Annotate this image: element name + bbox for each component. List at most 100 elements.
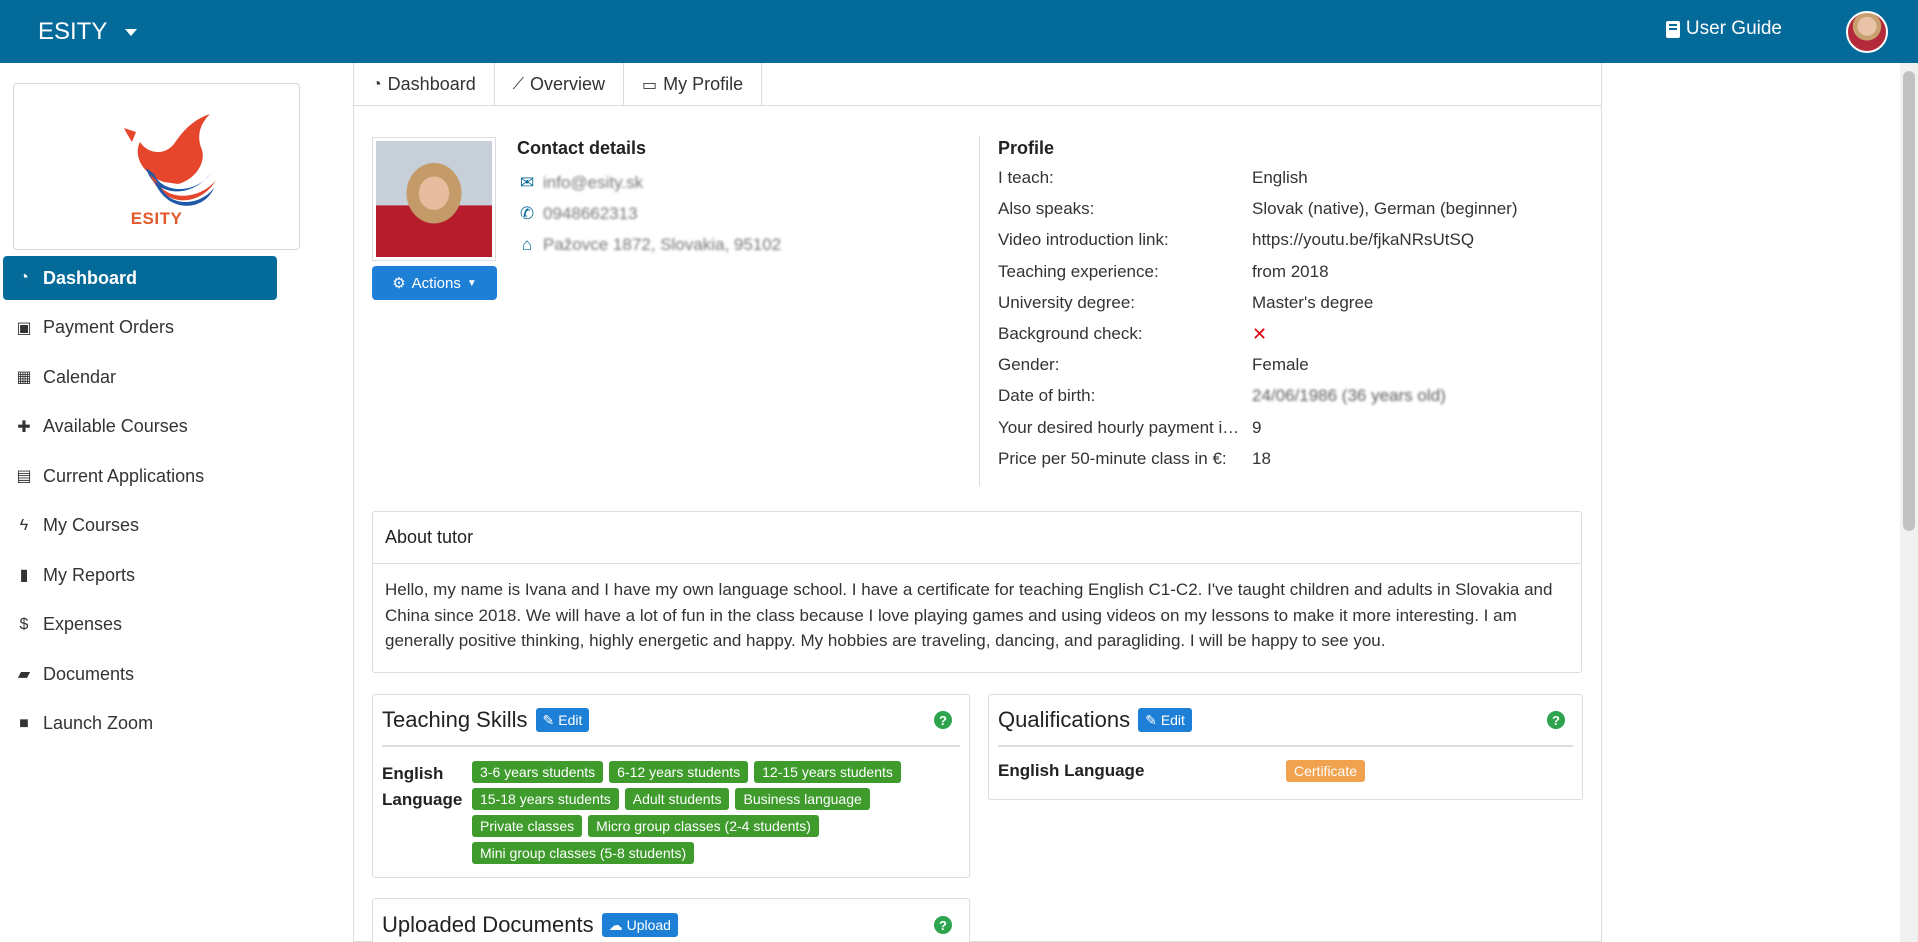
skill-language: English Language (382, 764, 463, 809)
sidebar-nav: ◔ Dashboard ▣ Payment Orders ▦ Calendar … (3, 256, 290, 751)
actions-label: Actions (411, 274, 461, 292)
brand-dropdown[interactable]: ESITY (38, 18, 138, 46)
panel-header: Qualifications ✎ Edit ? (998, 695, 1573, 747)
sidebar-item-label: My Courses (43, 515, 140, 535)
profile-value: English (1252, 168, 1308, 187)
sidebar-item-label: Launch Zoom (43, 713, 154, 733)
contact-details: Contact details ✉ info@esity.sk ✆ 094866… (517, 138, 817, 260)
about-heading: About tutor (373, 512, 1581, 564)
about-text: Hello, my name is Ivana and I have my ow… (385, 580, 1553, 650)
profile-card: ◔ Dashboard ⟋ Overview ▭ My Profile ⚙ Ac… (353, 63, 1602, 942)
money-icon: ▣ (16, 319, 32, 337)
dashboard-icon: ◔ (372, 75, 382, 93)
home-icon: ⌂ (521, 234, 533, 254)
user-avatar[interactable] (1846, 11, 1888, 53)
video-link[interactable]: https://youtu.be/fjkaNRsUtSQ (1252, 230, 1578, 250)
tutor-photo (372, 137, 496, 261)
help-icon[interactable]: ? (1547, 711, 1565, 729)
scrollbar-thumb[interactable] (1903, 71, 1915, 531)
vertical-scrollbar[interactable] (1900, 63, 1918, 942)
profile-label: Your desired hourly payment in €: (998, 417, 1251, 437)
sidebar-item-my-reports[interactable]: ▮ My Reports (3, 553, 290, 597)
edit-icon: ✎ (1145, 711, 1157, 728)
upload-button[interactable]: ☁ Upload (601, 913, 678, 937)
profile-row: Video introduction link: https://youtu.b… (998, 230, 1578, 261)
profile-row: Background check: ✕ (998, 324, 1578, 355)
sidebar-item-label: Calendar (43, 366, 117, 387)
contact-phone[interactable]: 0948662313 (543, 204, 638, 224)
id-card-icon: ▭ (641, 76, 658, 94)
folder-icon: ▰ (17, 666, 31, 683)
edit-skills-button[interactable]: ✎ Edit (535, 708, 590, 732)
profile-value: 9 (1252, 417, 1262, 437)
profile-label: University degree: (998, 292, 1136, 312)
chevron-down-icon (125, 28, 138, 36)
edit-qualifications-button[interactable]: ✎ Edit (1138, 708, 1192, 732)
skill-tag: 12-15 years students (754, 761, 901, 783)
help-icon[interactable]: ? (934, 916, 952, 934)
profile-row: Your desired hourly payment in €: 9 (998, 418, 1578, 449)
qualifications-panel: Qualifications ✎ Edit ? English Language… (988, 694, 1583, 800)
contact-email[interactable]: info@esity.sk (543, 173, 643, 193)
plus-icon: ✚ (17, 418, 31, 436)
edit-label: Edit (558, 712, 583, 728)
sidebar-item-calendar[interactable]: ▦ Calendar (3, 355, 290, 399)
sidebar: ESITY ◔ Dashboard ▣ Payment Orders ▦ Cal… (0, 63, 300, 942)
teaching-skills-panel: Teaching Skills ✎ Edit ? English Languag… (372, 694, 970, 878)
sidebar-item-available-courses[interactable]: ✚ Available Courses (3, 405, 290, 449)
sidebar-item-payment-orders[interactable]: ▣ Payment Orders (3, 306, 290, 350)
esity-logo: ESITY (13, 83, 300, 250)
sidebar-item-documents[interactable]: ▰ Documents (3, 652, 290, 696)
tab-my-profile[interactable]: ▭ My Profile (624, 63, 763, 106)
contact-heading: Contact details (517, 138, 647, 158)
sidebar-item-label: Current Applications (43, 465, 205, 486)
skill-tag: 6-12 years students (609, 761, 749, 783)
profile-value: from 2018 (1252, 261, 1329, 281)
profile-value: 24/06/1986 (36 years old) (1252, 386, 1446, 406)
skill-tag: Business language (735, 788, 870, 810)
profile-label: I teach: (998, 168, 1054, 187)
edit-icon: ✎ (542, 711, 555, 728)
certificate-badge[interactable]: Certificate (1286, 760, 1366, 782)
tab-overview[interactable]: ⟋ Overview (495, 63, 624, 106)
profile-label: Video introduction link: (998, 230, 1169, 250)
help-icon[interactable]: ? (934, 711, 952, 729)
sidebar-item-current-applications[interactable]: ▤ Current Applications (3, 454, 290, 498)
panel-title: Teaching Skills (382, 707, 528, 732)
panel-header: Teaching Skills ✎ Edit ? (382, 695, 960, 747)
profile-label: Price per 50-minute class in €: (998, 448, 1227, 468)
profile-value: Female (1252, 355, 1309, 375)
profile-row: I teach: English (998, 168, 1578, 199)
sidebar-item-label: Dashboard (43, 267, 138, 288)
panel-title: Qualifications (998, 707, 1131, 732)
profile-row: Price per 50-minute class in €: 18 (998, 449, 1578, 480)
qualification-language: English Language (998, 761, 1145, 780)
profile-label: Teaching experience: (998, 261, 1159, 281)
sidebar-item-label: My Reports (43, 564, 136, 585)
skill-tag: Micro group classes (2-4 students) (588, 815, 819, 837)
profile-row: Date of birth: 24/06/1986 (36 years old) (998, 386, 1578, 417)
tab-label: My Profile (663, 74, 744, 94)
video-icon: ■ (19, 714, 29, 732)
user-guide-link[interactable]: User Guide (1665, 18, 1782, 40)
sidebar-item-launch-zoom[interactable]: ■ Launch Zoom (3, 702, 290, 746)
skill-tags: 3-6 years students 6-12 years students 1… (472, 761, 960, 864)
profile-label: Also speaks: (998, 199, 1095, 219)
sidebar-item-label: Available Courses (43, 416, 188, 436)
uploaded-documents-panel: Uploaded Documents ☁ Upload ? (372, 898, 970, 942)
tab-label: Overview (529, 74, 605, 94)
logo-text: ESITY (130, 209, 183, 228)
contact-address: Pažovce 1872, Slovakia, 95102 (543, 234, 782, 254)
cloud-upload-icon: ☁ (608, 916, 623, 933)
tab-bar: ◔ Dashboard ⟋ Overview ▭ My Profile (354, 63, 1601, 106)
sidebar-item-my-courses[interactable]: ϟ My Courses (3, 504, 290, 548)
caret-down-icon: ▼ (466, 277, 477, 289)
sidebar-item-expenses[interactable]: $ Expenses (3, 603, 290, 647)
brand-name: ESITY (38, 18, 108, 45)
about-tutor-panel: About tutor Hello, my name is Ivana and … (372, 511, 1582, 673)
actions-button[interactable]: ⚙ Actions ▼ (372, 266, 497, 300)
dashboard-icon: ◔ (19, 269, 29, 286)
tab-dashboard[interactable]: ◔ Dashboard (354, 63, 495, 106)
sidebar-item-dashboard[interactable]: ◔ Dashboard (3, 256, 277, 300)
file-icon: ▮ (19, 567, 29, 584)
